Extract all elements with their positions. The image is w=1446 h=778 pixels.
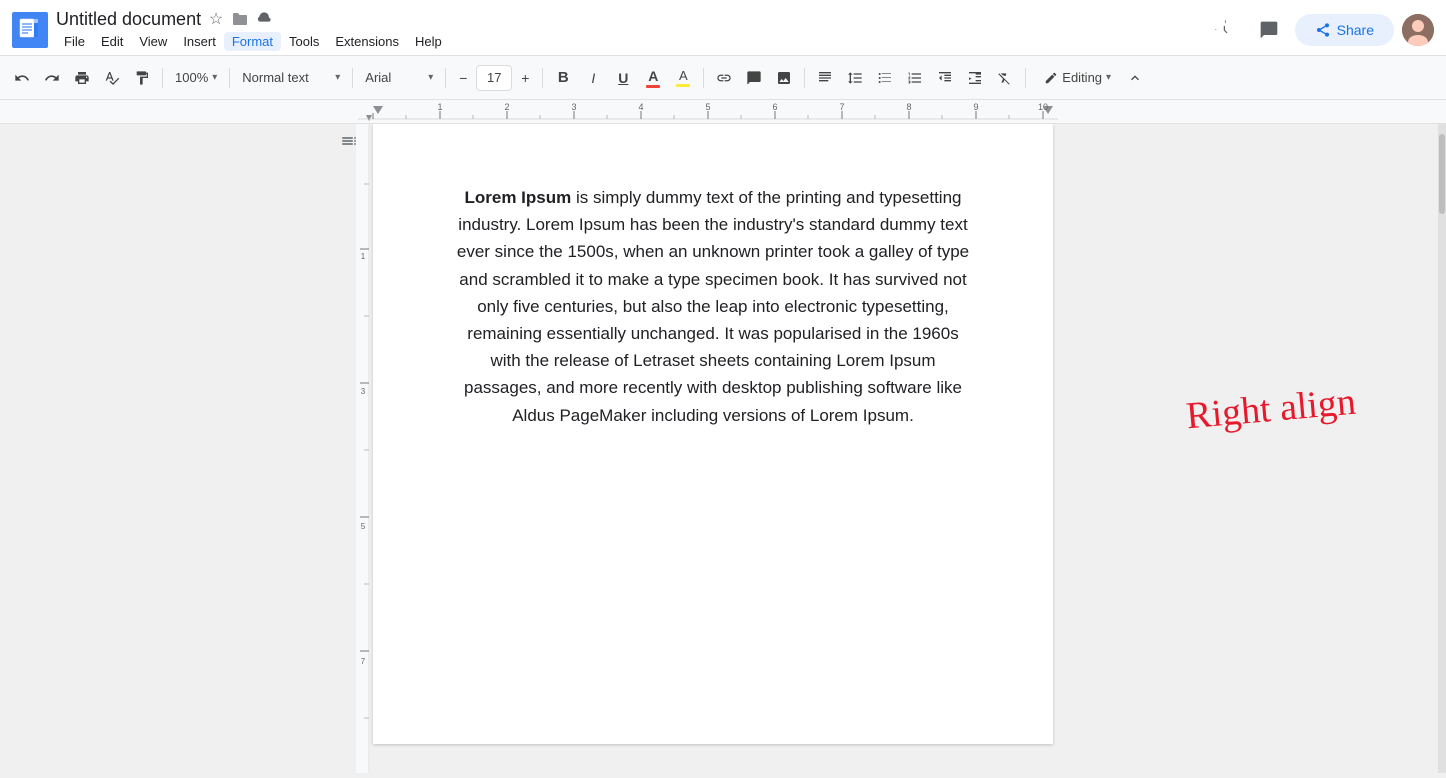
menu-help[interactable]: Help <box>407 32 450 51</box>
avatar[interactable] <box>1402 14 1434 46</box>
svg-text:5: 5 <box>361 522 366 531</box>
separator-7 <box>804 68 805 88</box>
bullets-button[interactable] <box>871 64 899 92</box>
ruler-svg: 1 2 3 4 5 6 7 8 9 10 <box>358 101 1058 123</box>
toolbar: 100% ▾ Normal text ▾ Arial ▾ − + B I U A <box>0 56 1446 100</box>
history-button[interactable] <box>1207 12 1243 48</box>
zoom-value: 100% <box>175 70 208 85</box>
link-button[interactable] <box>710 64 738 92</box>
decrease-font-button[interactable]: − <box>452 67 474 89</box>
font-value: Arial <box>365 70 391 85</box>
decrease-indent-button[interactable] <box>931 64 959 92</box>
separator-1 <box>162 68 163 88</box>
zoom-expand-icon: ▾ <box>212 72 217 83</box>
right-area: Right align <box>1056 124 1446 773</box>
document-title[interactable]: Untitled document <box>56 9 201 30</box>
menu-view[interactable]: View <box>131 32 175 51</box>
folder-icon[interactable] <box>231 10 249 28</box>
star-icon[interactable]: ☆ <box>207 10 225 28</box>
share-button[interactable]: Share <box>1295 14 1394 46</box>
title-row: Untitled document ☆ <box>56 9 1207 30</box>
svg-text:2: 2 <box>504 102 509 112</box>
separator-8 <box>1025 68 1026 88</box>
style-expand-icon: ▾ <box>335 72 340 83</box>
increase-indent-button[interactable] <box>961 64 989 92</box>
svg-text:4: 4 <box>638 102 643 112</box>
separator-3 <box>352 68 353 88</box>
spellcheck-button[interactable] <box>98 64 126 92</box>
menu-tools[interactable]: Tools <box>281 32 327 51</box>
svg-text:1: 1 <box>437 102 442 112</box>
title-bar: Untitled document ☆ File Edit View Inser… <box>0 0 1446 56</box>
right-align-annotation: Right align <box>1184 379 1357 438</box>
font-color-button[interactable]: A <box>639 64 667 92</box>
align-button[interactable] <box>811 64 839 92</box>
undo-button[interactable] <box>8 64 36 92</box>
menu-format[interactable]: Format <box>224 32 281 51</box>
lorem-ipsum-rest: is simply dummy text of the printing and… <box>457 188 969 425</box>
cloud-icon[interactable] <box>255 10 273 28</box>
editing-mode-expand-icon: ▾ <box>1106 72 1111 83</box>
ruler: 1 2 3 4 5 6 7 8 9 10 <box>0 100 1446 124</box>
svg-text:7: 7 <box>361 657 366 666</box>
svg-text:8: 8 <box>906 102 911 112</box>
editing-mode-dropdown[interactable]: Editing ▾ <box>1036 64 1119 92</box>
main-content: 1 1 3 5 7 Lorem Ipsum is simply dummy te… <box>0 124 1446 773</box>
svg-text:3: 3 <box>571 102 576 112</box>
separator-4 <box>445 68 446 88</box>
svg-text:9: 9 <box>973 102 978 112</box>
italic-button[interactable]: I <box>579 64 607 92</box>
document-page: Lorem Ipsum is simply dummy text of the … <box>373 124 1053 744</box>
svg-text:7: 7 <box>839 102 844 112</box>
zoom-dropdown[interactable]: 100% ▾ <box>169 64 223 92</box>
share-label: Share <box>1337 22 1374 38</box>
left-gutter: 1 1 3 5 7 <box>0 124 370 773</box>
svg-text:3: 3 <box>361 387 366 396</box>
menu-edit[interactable]: Edit <box>93 32 131 51</box>
font-dropdown[interactable]: Arial ▾ <box>359 64 439 92</box>
font-color-indicator <box>646 85 660 88</box>
svg-text:6: 6 <box>772 102 777 112</box>
style-value: Normal text <box>242 70 308 85</box>
editing-mode-label: Editing <box>1062 70 1102 85</box>
expand-button[interactable] <box>1121 64 1149 92</box>
font-size-input[interactable] <box>476 65 512 91</box>
menu-insert[interactable]: Insert <box>175 32 224 51</box>
google-docs-icon <box>12 12 48 48</box>
lorem-ipsum-bold: Lorem Ipsum <box>465 188 572 207</box>
increase-font-button[interactable]: + <box>514 67 536 89</box>
font-expand-icon: ▾ <box>428 72 433 83</box>
separator-2 <box>229 68 230 88</box>
clear-formatting-button[interactable] <box>991 64 1019 92</box>
print-button[interactable] <box>68 64 96 92</box>
menu-file[interactable]: File <box>56 32 93 51</box>
scroll-thumb[interactable] <box>1439 134 1445 214</box>
chat-button[interactable] <box>1251 12 1287 48</box>
separator-5 <box>542 68 543 88</box>
highlight-color-indicator <box>676 84 690 87</box>
image-button[interactable] <box>770 64 798 92</box>
numbered-list-button[interactable] <box>901 64 929 92</box>
menu-bar: File Edit View Insert Format Tools Exten… <box>56 32 1207 51</box>
separator-6 <box>703 68 704 88</box>
highlight-button[interactable]: A <box>669 64 697 92</box>
menu-extensions[interactable]: Extensions <box>327 32 407 51</box>
vertical-ruler: 1 1 3 5 7 <box>356 124 370 773</box>
style-dropdown[interactable]: Normal text ▾ <box>236 64 346 92</box>
redo-button[interactable] <box>38 64 66 92</box>
svg-text:5: 5 <box>705 102 710 112</box>
line-spacing-button[interactable] <box>841 64 869 92</box>
page-content[interactable]: Lorem Ipsum is simply dummy text of the … <box>453 184 973 429</box>
svg-text:1: 1 <box>361 252 366 261</box>
bold-button[interactable]: B <box>549 64 577 92</box>
vertical-scrollbar[interactable] <box>1438 124 1446 773</box>
font-size-control: − + <box>452 65 536 91</box>
comment-button[interactable] <box>740 64 768 92</box>
document-area[interactable]: Lorem Ipsum is simply dummy text of the … <box>370 124 1056 773</box>
paintformat-button[interactable] <box>128 64 156 92</box>
underline-button[interactable]: U <box>609 64 637 92</box>
right-controls: Share <box>1207 12 1434 48</box>
title-section: Untitled document ☆ File Edit View Inser… <box>56 9 1207 51</box>
